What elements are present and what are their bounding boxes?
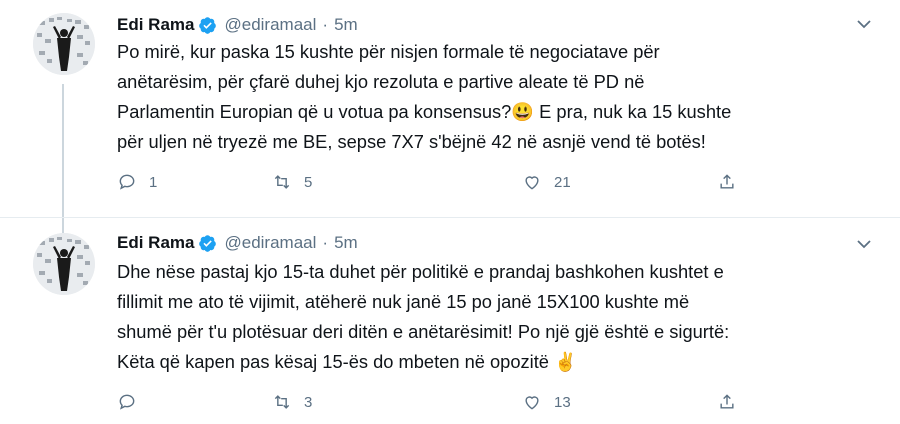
avatar[interactable] [33, 13, 95, 75]
retweet-icon [274, 395, 290, 409]
retweet-icon [274, 175, 290, 189]
like-count: 13 [554, 393, 571, 411]
retweet-button[interactable]: 3 [272, 392, 312, 412]
like-icon [525, 176, 539, 190]
like-button[interactable]: 21 [522, 172, 571, 192]
tweet-text-line: anëtarësim, për çfarë duhej kjo rezoluta… [117, 71, 645, 92]
like-button[interactable]: 13 [522, 392, 571, 412]
timestamp[interactable]: 5m [334, 15, 358, 35]
tweet-text-line: shumë për t'u plotësuar deri ditën e anë… [117, 321, 730, 342]
tweet-text-line: Dhe nëse pastaj kjo 15-ta duhet për poli… [117, 261, 724, 282]
timestamp[interactable]: 5m [334, 233, 358, 253]
tweet-text-line: për uljen në tryezë me BE, sepse 7X7 s'b… [117, 131, 706, 152]
chevron-down-icon[interactable] [856, 236, 872, 252]
retweet-count: 3 [304, 393, 313, 411]
tweet-text: Po mirë, kur paska 15 kushte për nisjen … [117, 37, 837, 157]
reply-icon [119, 394, 135, 410]
tweet-actions: 3 13 [117, 392, 757, 416]
share-icon [720, 394, 734, 409]
chevron-down-icon[interactable] [856, 16, 872, 32]
reply-count: 1 [149, 173, 158, 191]
tweet-text: Dhe nëse pastaj kjo 15-ta duhet për poli… [117, 257, 837, 377]
retweet-button[interactable]: 5 [272, 172, 312, 192]
tweet-divider [0, 217, 900, 218]
author-handle[interactable]: @ediramaal [224, 233, 316, 253]
tweet-actions: 1 5 21 [117, 172, 757, 196]
verified-badge-icon [198, 16, 217, 35]
verified-badge-icon [198, 234, 217, 253]
like-icon [525, 396, 539, 410]
retweet-count: 5 [304, 173, 313, 191]
share-icon [720, 174, 734, 189]
share-button[interactable] [717, 172, 737, 192]
tweet-text-line: fillimit me ato të vijimit, atëherë nuk … [117, 291, 690, 312]
reply-button[interactable]: 1 [117, 172, 157, 192]
separator-dot: · [322, 233, 329, 252]
tweet-1[interactable]: Edi Rama @ediramaal · 5m Po mirë, kur pa… [0, 0, 900, 215]
like-count: 21 [554, 173, 571, 191]
tweet-2[interactable]: Edi Rama @ediramaal · 5m Dhe nëse pastaj… [0, 220, 900, 424]
reply-button[interactable] [117, 392, 149, 412]
tweet-text-line: Parlamentin Europian që u votua pa konse… [117, 101, 732, 122]
tweet-text-line: Këta që kapen pas kësaj 15-ës do mbeten … [117, 351, 577, 372]
reply-icon [119, 174, 135, 190]
author-handle[interactable]: @ediramaal [224, 15, 316, 35]
separator-dot: · [322, 15, 329, 34]
author-name[interactable]: Edi Rama [117, 233, 194, 253]
author-name[interactable]: Edi Rama [117, 15, 194, 35]
share-button[interactable] [717, 392, 737, 412]
tweet-header: Edi Rama @ediramaal · 5m [117, 13, 358, 37]
tweet-header: Edi Rama @ediramaal · 5m [117, 231, 358, 255]
tweet-text-line: Po mirë, kur paska 15 kushte për nisjen … [117, 41, 660, 62]
avatar[interactable] [33, 233, 95, 295]
